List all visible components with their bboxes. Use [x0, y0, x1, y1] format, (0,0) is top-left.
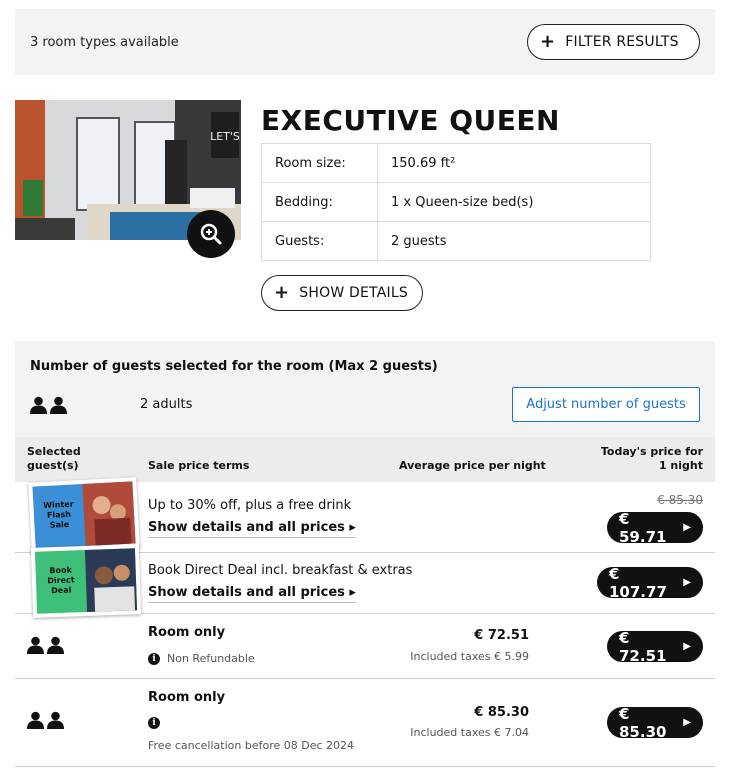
two-persons-icon	[27, 711, 64, 729]
plus-icon: +	[274, 282, 290, 303]
link-label: Show details and all prices	[148, 585, 345, 600]
adjust-guests-button[interactable]: Adjust number of guests	[512, 387, 700, 422]
included-taxes: Included taxes € 5.99	[410, 650, 529, 663]
cancellation-note: Free cancellation before 08 Dec 2024	[148, 739, 355, 752]
zoom-in-icon	[200, 223, 222, 245]
room-types-count: 3 room types available	[30, 35, 179, 50]
plus-icon: +	[540, 31, 556, 52]
rate-term: Up to 30% off, plus a free drink	[148, 498, 352, 513]
guests-heading: Number of guests selected for the room (…	[30, 359, 438, 374]
rate-term: Room only	[148, 690, 226, 705]
svg-text:Winter: Winter	[43, 500, 74, 511]
header-average-price: Average price per night	[399, 459, 546, 472]
price-label: € 107.77	[609, 564, 667, 601]
rate-row: Book Direct Deal Book Direct Deal incl. …	[15, 544, 715, 618]
rate-row: Room only i Non Refundable € 72.51 Includ…	[15, 614, 715, 679]
spec-row-room-size: Room size: 150.69 ft²	[261, 143, 651, 183]
price-label: € 72.51	[619, 628, 667, 665]
select-price-button[interactable]: € 107.77 ▶	[597, 564, 703, 601]
header-today-price: Today's price for 1 night	[600, 445, 703, 472]
header-selected-guests: Selected guest(s)	[27, 445, 81, 472]
info-icon[interactable]: i	[148, 717, 160, 729]
zoom-button[interactable]	[187, 210, 235, 258]
link-label: Show details and all prices	[148, 520, 345, 535]
select-price-button[interactable]: € 72.51 ▶	[607, 628, 703, 665]
two-persons-icon	[30, 396, 67, 414]
show-details-label: SHOW DETAILS	[299, 285, 408, 301]
original-price: € 85.30	[657, 493, 703, 507]
spec-label: Bedding:	[261, 182, 378, 222]
info-icon[interactable]: i	[148, 652, 160, 665]
adults-count: 2 adults	[140, 397, 193, 412]
book-direct-deal-badge: Book Direct Deal	[30, 544, 142, 618]
svg-text:Flash: Flash	[47, 510, 72, 520]
note-label: Non Refundable	[167, 652, 255, 665]
spec-value: 1 x Queen-size bed(s)	[377, 182, 651, 222]
filter-results-button[interactable]: + FILTER RESULTS	[527, 24, 700, 60]
guests-panel: Number of guests selected for the room (…	[15, 341, 715, 437]
price-label: € 59.71	[619, 509, 667, 546]
caret-right-icon: ▸	[349, 520, 356, 535]
winter-flash-sale-badge: Winter Flash Sale	[28, 477, 140, 553]
play-arrow-icon: ▶	[683, 717, 691, 728]
play-arrow-icon: ▶	[683, 522, 691, 533]
show-details-button[interactable]: + SHOW DETAILS	[261, 275, 423, 311]
room-specs-table: Room size: 150.69 ft² Bedding: 1 x Queen…	[261, 143, 651, 261]
rate-row: Room only i Free cancellation before 08 …	[15, 679, 715, 767]
refund-note: i Non Refundable	[148, 652, 255, 665]
info-row: i	[148, 717, 167, 729]
spec-label: Room size:	[261, 143, 378, 183]
spec-value: 2 guests	[377, 221, 651, 261]
rates-table-header: Selected guest(s) Sale price terms Avera…	[15, 437, 715, 482]
spec-label: Guests:	[261, 221, 378, 261]
play-arrow-icon: ▶	[683, 577, 691, 588]
svg-text:Deal: Deal	[51, 586, 72, 596]
spec-row-guests: Guests: 2 guests	[261, 221, 651, 261]
svg-text:Sale: Sale	[50, 520, 70, 530]
rate-row: Winter Flash Sale Up to 30% off, plus a …	[15, 477, 715, 553]
average-price: € 72.51	[474, 628, 529, 643]
spec-value: 150.69 ft²	[377, 143, 651, 183]
show-details-prices-link[interactable]: Show details and all prices ▸	[148, 520, 356, 538]
rate-term: Room only	[148, 625, 226, 640]
play-arrow-icon: ▶	[683, 641, 691, 652]
show-details-prices-link[interactable]: Show details and all prices ▸	[148, 585, 356, 603]
average-price: € 85.30	[474, 705, 529, 720]
select-price-button[interactable]: € 85.30 ▶	[607, 704, 703, 741]
two-persons-icon	[27, 636, 64, 654]
included-taxes: Included taxes € 7.04	[410, 726, 529, 739]
header-sale-terms: Sale price terms	[148, 459, 250, 472]
price-label: € 85.30	[619, 704, 667, 741]
select-price-button[interactable]: € 59.71 ▶	[607, 509, 703, 546]
results-summary-bar: 3 room types available + FILTER RESULTS	[15, 9, 715, 75]
room-title: EXECUTIVE QUEEN	[261, 104, 560, 137]
caret-right-icon: ▸	[349, 585, 356, 600]
spec-row-bedding: Bedding: 1 x Queen-size bed(s)	[261, 182, 651, 222]
svg-text:Direct: Direct	[47, 575, 75, 585]
filter-results-label: FILTER RESULTS	[565, 34, 679, 50]
photo-poster-text: LET'S	[210, 130, 240, 143]
rate-term: Book Direct Deal incl. breakfast & extra…	[148, 563, 413, 578]
svg-text:Book: Book	[49, 565, 72, 575]
